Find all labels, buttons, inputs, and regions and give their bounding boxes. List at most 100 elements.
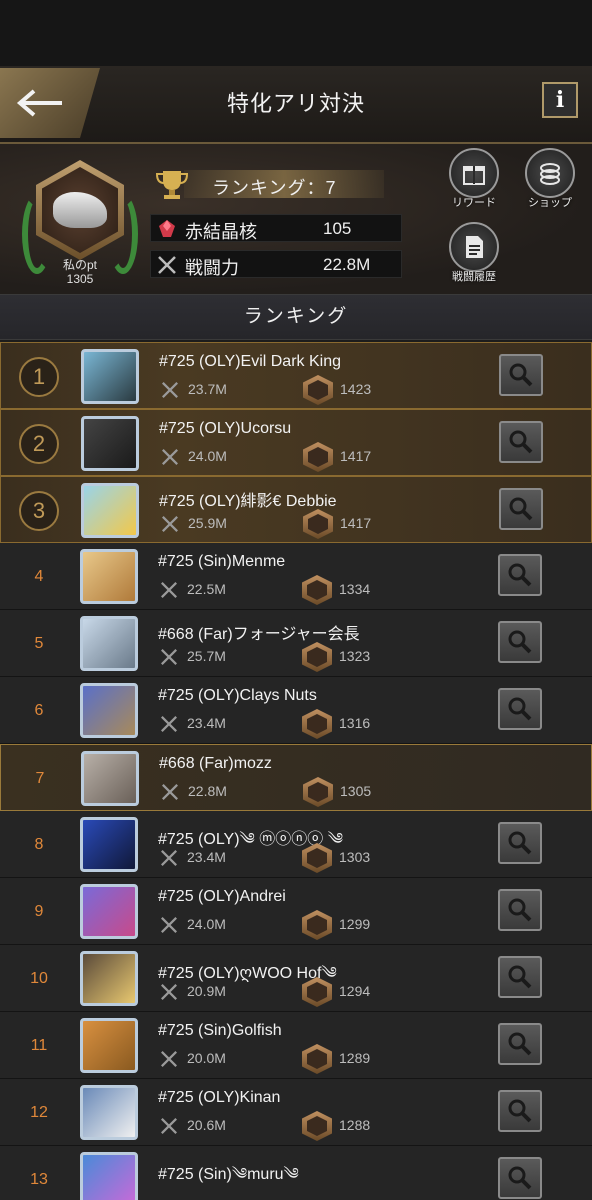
shop-button[interactable]: ショップ	[520, 148, 580, 210]
search-icon	[509, 497, 533, 521]
player-power: 23.7M	[188, 381, 227, 397]
player-avatar	[81, 751, 139, 806]
crossed-swords-icon	[162, 449, 178, 465]
crossed-swords-icon	[161, 1051, 177, 1067]
search-button[interactable]	[498, 1090, 542, 1132]
player-points: 1334	[339, 581, 371, 597]
points-badge-icon	[303, 375, 333, 405]
rank-number: 5	[34, 635, 44, 652]
player-power: 20.6M	[187, 1117, 226, 1133]
stat-value: 22.8M	[323, 255, 371, 274]
crossed-swords-icon	[161, 649, 177, 665]
points-badge-icon	[302, 1044, 332, 1074]
search-button[interactable]	[498, 621, 542, 663]
player-name: #725 (OLY)Evil Dark King	[159, 353, 341, 370]
ranking-row[interactable]: 11 #725 (Sin)Golfish 20.0M 1289	[0, 1012, 592, 1079]
info-button[interactable]: i	[542, 82, 578, 118]
player-power: 22.8M	[188, 783, 227, 799]
points-badge-icon	[303, 509, 333, 539]
search-button[interactable]	[498, 956, 542, 998]
search-icon	[508, 630, 532, 654]
ranking-row[interactable]: 13 #725 (Sin)༄muru༄	[0, 1146, 592, 1200]
player-points: 1289	[339, 1050, 371, 1066]
player-avatar	[80, 1018, 138, 1073]
player-avatar	[81, 416, 139, 471]
ranking-row[interactable]: 8 #725 (OLY)༄ ⓜⓞⓝⓞ ༄ 23.4M 1303	[0, 811, 592, 878]
search-icon	[508, 898, 532, 922]
player-avatar	[81, 349, 139, 404]
ranking-row[interactable]: 9 #725 (OLY)Andrei 24.0M 1299	[0, 878, 592, 945]
player-power: 20.9M	[187, 983, 226, 999]
rank-number: 10	[30, 970, 48, 987]
skull-icon	[53, 192, 107, 228]
shop-label: ショップ	[528, 197, 572, 209]
search-icon	[508, 965, 532, 989]
player-name: #668 (Far)mozz	[159, 755, 272, 772]
crossed-swords-icon	[161, 917, 177, 933]
search-button[interactable]	[499, 421, 543, 463]
points-badge-icon	[302, 642, 332, 672]
battle-history-button[interactable]: 戦闘履歴	[444, 222, 504, 284]
search-button[interactable]	[498, 889, 542, 931]
search-icon	[508, 831, 532, 855]
ranking-row[interactable]: 6 #725 (OLY)Clays Nuts 23.4M 1316	[0, 677, 592, 744]
search-icon	[508, 563, 532, 587]
ranking-row[interactable]: 5 #668 (Far)フォージャー会長 25.7M 1323	[0, 610, 592, 677]
search-button[interactable]	[498, 1157, 542, 1199]
ranking-row[interactable]: 10 #725 (OLY)ღWOO Hof༄ 20.9M 1294	[0, 945, 592, 1012]
player-power: 22.5M	[187, 581, 226, 597]
player-avatar	[80, 1152, 138, 1200]
search-icon	[508, 697, 532, 721]
status-bar	[0, 0, 592, 66]
rank-number: 4	[34, 568, 44, 585]
crossed-swords-icon	[161, 716, 177, 732]
ranking-row[interactable]: 4 #725 (Sin)Menme 22.5M 1334	[0, 543, 592, 610]
reward-button[interactable]: リワード	[444, 148, 504, 210]
ranking-row[interactable]: 3 #725 (OLY)緋影€ Debbie 25.9M 1417	[0, 476, 592, 543]
search-icon	[509, 430, 533, 454]
player-power: 23.4M	[187, 715, 226, 731]
stat-value: 105	[323, 219, 352, 238]
player-avatar	[80, 683, 138, 738]
player-power: 20.0M	[187, 1050, 226, 1066]
header: 特化アリ対決 i	[0, 66, 592, 144]
rank-number: 7	[35, 770, 45, 787]
player-power: 24.0M	[188, 448, 227, 464]
ranking-row[interactable]: 1 #725 (OLY)Evil Dark King 23.7M 1423	[0, 342, 592, 409]
search-button[interactable]	[498, 688, 542, 730]
ranking-row[interactable]: 7 #668 (Far)mozz 22.8M 1305	[0, 744, 592, 811]
stat-label: 戦闘力	[185, 258, 239, 278]
ranking-text: ランキング：7	[212, 178, 337, 198]
document-icon	[466, 236, 483, 258]
player-name: #725 (OLY)緋影€ Debbie	[159, 493, 337, 510]
crossed-swords-icon	[161, 850, 177, 866]
player-name: #725 (OLY)Clays Nuts	[158, 687, 317, 704]
red-crystal-stat: 赤結晶核 105	[150, 214, 402, 242]
search-button[interactable]	[498, 554, 542, 596]
battle-history-label: 戦闘履歴	[452, 271, 496, 283]
gift-icon	[463, 166, 485, 185]
player-power: 24.0M	[187, 916, 226, 932]
crossed-swords-icon	[162, 784, 178, 800]
points-badge-icon	[302, 575, 332, 605]
search-button[interactable]	[499, 488, 543, 530]
rank-medal: 2	[19, 424, 59, 464]
player-name: #725 (OLY)Andrei	[158, 888, 286, 905]
player-name: #725 (OLY)Kinan	[158, 1089, 281, 1106]
player-name: #725 (Sin)Golfish	[158, 1022, 282, 1039]
player-avatar	[80, 549, 138, 604]
player-points: 1294	[339, 983, 371, 999]
crossed-swords-icon	[162, 516, 178, 532]
search-button[interactable]	[498, 1023, 542, 1065]
crossed-swords-icon	[158, 256, 176, 274]
search-button[interactable]	[499, 354, 543, 396]
rank-number: 13	[30, 1171, 48, 1188]
ranking-row[interactable]: 2 #725 (OLY)Ucorsu 24.0M 1417	[0, 409, 592, 476]
player-name: #725 (OLY)Ucorsu	[159, 420, 292, 437]
search-button[interactable]	[498, 822, 542, 864]
page-title: 特化アリ対決	[226, 91, 365, 116]
points-badge-icon	[302, 709, 332, 739]
rank-medal: 1	[19, 357, 59, 397]
stat-label: 赤結晶核	[185, 222, 257, 242]
ranking-row[interactable]: 12 #725 (OLY)Kinan 20.6M 1288	[0, 1079, 592, 1146]
